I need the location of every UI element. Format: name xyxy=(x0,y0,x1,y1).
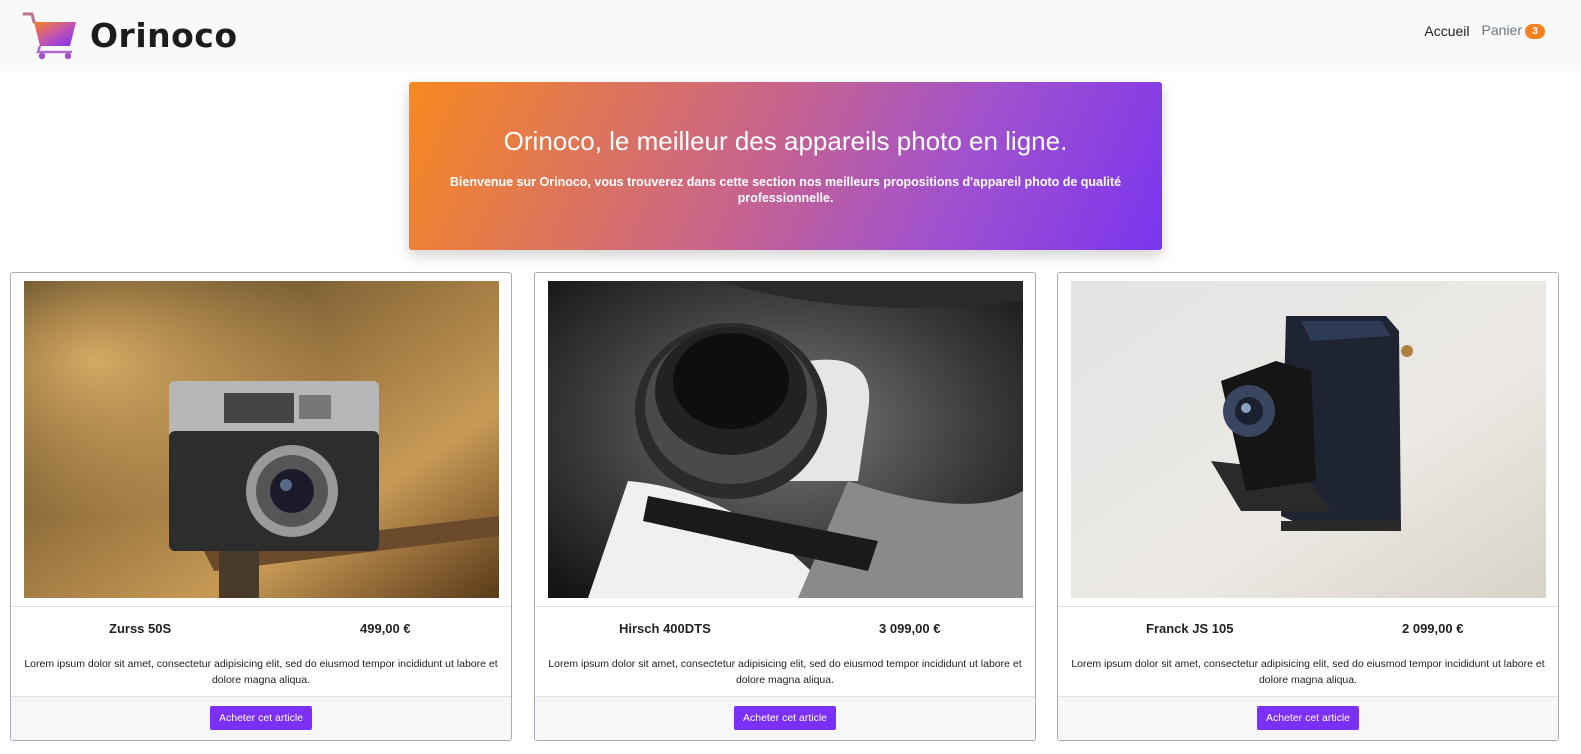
brand-logo-link[interactable]: Orinoco xyxy=(22,10,238,60)
product-card: Franck JS 105 2 099,00 € Lorem ipsum dol… xyxy=(1057,272,1559,741)
product-name: Hirsch 400DTS xyxy=(619,621,711,636)
nav-links: Accueil Panier 3 xyxy=(1424,22,1545,39)
card-body: Zurss 50S 499,00 € Lorem ipsum dolor sit… xyxy=(11,606,511,699)
product-description: Lorem ipsum dolor sit amet, consectetur … xyxy=(548,657,1022,686)
product-name: Zurss 50S xyxy=(109,621,172,636)
product-description: Lorem ipsum dolor sit amet, consectetur … xyxy=(24,657,498,686)
card-footer: Acheter cet article xyxy=(535,696,1035,740)
nav-accueil-link[interactable]: Accueil xyxy=(1424,23,1469,39)
product-card: Zurss 50S 499,00 € Lorem ipsum dolor sit… xyxy=(10,272,512,741)
product-image-camera-zurss[interactable] xyxy=(24,281,499,598)
product-image-camera-franck[interactable] xyxy=(1071,281,1546,598)
hero-banner: Orinoco, le meilleur des appareils photo… xyxy=(409,82,1162,250)
product-price: 3 099,00 € xyxy=(879,621,941,636)
card-body: Hirsch 400DTS 3 099,00 € Lorem ipsum dol… xyxy=(535,606,1035,699)
nav-panier-label: Panier xyxy=(1481,22,1522,38)
cart-count-badge: 3 xyxy=(1525,24,1545,39)
nav-panier-link[interactable]: Panier 3 xyxy=(1482,22,1545,39)
product-name: Franck JS 105 xyxy=(1146,621,1234,636)
hero-title: Orinoco, le meilleur des appareils photo… xyxy=(503,126,1068,156)
product-image-camera-hirsch[interactable] xyxy=(548,281,1023,598)
product-price: 2 099,00 € xyxy=(1402,621,1464,636)
brand-name: Orinoco xyxy=(90,15,238,55)
product-description: Lorem ipsum dolor sit amet, consectetur … xyxy=(1071,657,1545,686)
buy-button[interactable]: Acheter cet article xyxy=(733,706,837,730)
card-body: Franck JS 105 2 099,00 € Lorem ipsum dol… xyxy=(1058,606,1558,699)
hero-subtitle: Bienvenue sur Orinoco, vous trouverez da… xyxy=(449,175,1122,205)
buy-button[interactable]: Acheter cet article xyxy=(1256,706,1360,730)
shopping-cart-icon xyxy=(22,12,76,60)
buy-button[interactable]: Acheter cet article xyxy=(209,706,313,730)
card-footer: Acheter cet article xyxy=(11,696,511,740)
product-card: Hirsch 400DTS 3 099,00 € Lorem ipsum dol… xyxy=(534,272,1036,741)
card-footer: Acheter cet article xyxy=(1058,696,1558,740)
navbar: Orinoco Accueil Panier 3 xyxy=(0,0,1581,71)
product-price: 499,00 € xyxy=(360,621,411,636)
